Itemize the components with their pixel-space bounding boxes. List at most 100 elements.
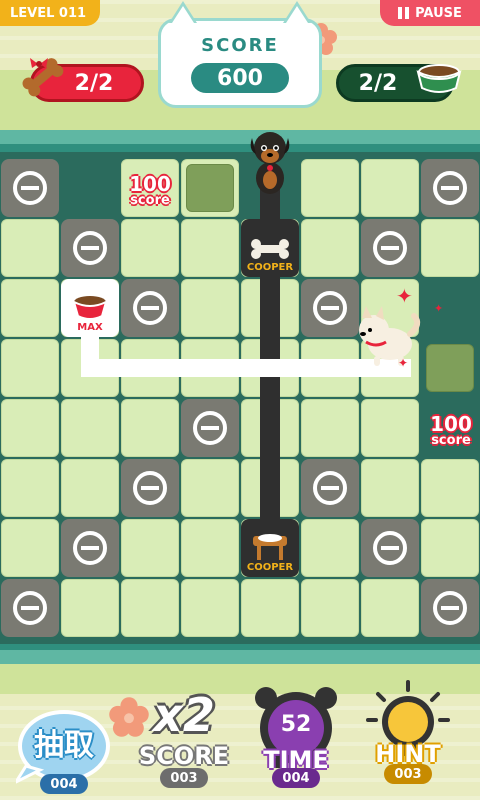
grid-tile[interactable]: [421, 519, 479, 577]
score-label: SCORE: [201, 35, 279, 56]
grid-tile[interactable]: [121, 219, 179, 277]
time-value: 52: [280, 712, 312, 737]
no-entry-icon: [133, 291, 167, 325]
board-bottom-rim: [0, 650, 480, 664]
grid-tile[interactable]: [1, 279, 59, 337]
level-badge: LEVEL 011: [0, 0, 100, 26]
grid-tile[interactable]: [301, 399, 359, 457]
cat-ear-left-inner: [172, 6, 194, 23]
bone-cooper-tile-label: COOPER: [246, 262, 294, 273]
highlight-tile[interactable]: [426, 344, 474, 392]
no-entry-icon: [313, 471, 347, 505]
grid-tile[interactable]: [181, 279, 239, 337]
bone-cooper-tile[interactable]: COOPER: [241, 219, 299, 277]
blocker-tile: [121, 279, 179, 337]
cat-ear-right-inner: [286, 6, 308, 23]
grid-tile[interactable]: [61, 399, 119, 457]
doberman-dog[interactable]: [244, 128, 296, 198]
game-board: MAX COOPER COOPER: [0, 158, 480, 638]
blocker-tile: [1, 579, 59, 637]
highlight-tile[interactable]: [186, 164, 234, 212]
no-entry-icon: [193, 411, 227, 445]
bowl-max-tile-label: MAX: [77, 322, 103, 333]
grid-tile[interactable]: [361, 579, 419, 637]
score-panel: SCORE 600: [158, 1, 322, 108]
blocker-tile: [1, 159, 59, 217]
grid-tile[interactable]: [121, 399, 179, 457]
bowl-cooper-tile-label: COOPER: [246, 562, 294, 573]
grid-tile[interactable]: [361, 399, 419, 457]
draw-powerup-button[interactable]: 抽取 004: [14, 690, 114, 800]
grid-tile[interactable]: [301, 579, 359, 637]
no-entry-icon: [13, 591, 47, 625]
sparkle-icon: ✦: [396, 284, 413, 308]
score-x2-label: SCORE: [138, 742, 230, 770]
grid-tile[interactable]: [181, 519, 239, 577]
blocker-tile: [61, 219, 119, 277]
grid-tile[interactable]: [301, 519, 359, 577]
score-x2-count: 003: [160, 768, 208, 788]
blocker-tile: [301, 279, 359, 337]
grid-tile[interactable]: [421, 219, 479, 277]
grid-tile[interactable]: [1, 399, 59, 457]
grid-tile[interactable]: [1, 219, 59, 277]
no-entry-icon: [313, 291, 347, 325]
draw-count: 004: [40, 774, 88, 794]
grid-tile[interactable]: [421, 459, 479, 517]
hint-powerup-button[interactable]: HINT 003: [358, 680, 458, 790]
grid-tile[interactable]: [181, 579, 239, 637]
pause-button[interactable]: PAUSE: [380, 0, 480, 26]
floating-score: 100 score: [430, 412, 472, 448]
board-top-rim: [0, 130, 480, 144]
pause-label: PAUSE: [415, 5, 462, 21]
shiba-dog[interactable]: [352, 304, 422, 370]
level-text: LEVEL 011: [10, 5, 87, 21]
grid-tile[interactable]: [301, 159, 359, 217]
blocker-tile: [421, 159, 479, 217]
grid-tile[interactable]: [121, 579, 179, 637]
blocker-tile: [121, 459, 179, 517]
grid-tile[interactable]: [1, 339, 59, 397]
no-entry-icon: [73, 531, 107, 565]
score-value: 600: [191, 63, 289, 93]
dog-bowl-icon: [72, 296, 108, 320]
bone-icon: [251, 239, 289, 259]
grid-tile[interactable]: [181, 219, 239, 277]
floating-score: 100 score: [129, 172, 171, 208]
bowl-cooper-tile[interactable]: COOPER: [241, 519, 299, 577]
bowl-max-tile[interactable]: MAX: [61, 279, 119, 337]
no-entry-icon: [433, 591, 467, 625]
grid-tile[interactable]: [1, 459, 59, 517]
grid-tile[interactable]: [241, 579, 299, 637]
blocker-tile: [361, 219, 419, 277]
no-entry-icon: [73, 231, 107, 265]
no-entry-icon: [433, 171, 467, 205]
grid-tile[interactable]: [361, 459, 419, 517]
sparkle-icon: ✦: [398, 356, 409, 370]
blocker-tile: [421, 579, 479, 637]
blocker-tile: [301, 459, 359, 517]
time-count: 004: [272, 768, 320, 788]
blocker-tile: [361, 519, 419, 577]
blocker-tile: [181, 399, 239, 457]
pause-icon: [398, 7, 410, 19]
hint-count: 003: [384, 764, 432, 784]
no-entry-icon: [373, 231, 407, 265]
grid-tile[interactable]: [181, 459, 239, 517]
grid-tile[interactable]: [61, 459, 119, 517]
grid-tile[interactable]: [301, 219, 359, 277]
no-entry-icon: [13, 171, 47, 205]
dog-bowl-icon: [416, 64, 462, 93]
grid-tile[interactable]: [361, 159, 419, 217]
draw-label: 抽取: [34, 728, 94, 763]
grid-tile[interactable]: [1, 519, 59, 577]
time-powerup-button[interactable]: 52 TIME 004: [246, 684, 346, 794]
grid-tile[interactable]: [121, 519, 179, 577]
score-x2-powerup-button[interactable]: x2 SCORE 003: [134, 684, 234, 794]
blocker-tile: [61, 519, 119, 577]
no-entry-icon: [133, 471, 167, 505]
dog-bowl-stand-icon: [253, 534, 287, 560]
multiplier-label: x2: [153, 688, 215, 742]
grid-tile[interactable]: [61, 579, 119, 637]
no-entry-icon: [373, 531, 407, 565]
